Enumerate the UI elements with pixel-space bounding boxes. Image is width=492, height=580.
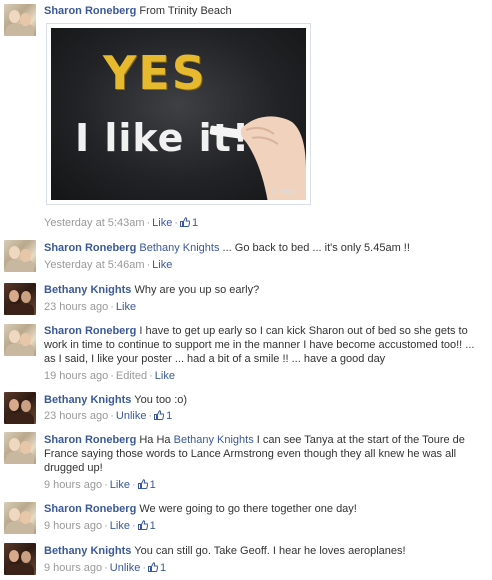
comment-text: From Trinity Beach (139, 5, 232, 17)
timestamp[interactable]: 23 hours ago (44, 301, 108, 313)
unlike-button[interactable]: Unlike (110, 562, 141, 574)
like-count[interactable]: 1 (137, 479, 156, 491)
timestamp[interactable]: 9 hours ago (44, 520, 102, 532)
timestamp[interactable]: 19 hours ago (44, 370, 108, 382)
author-name[interactable]: Sharon Roneberg (44, 5, 136, 17)
thumbs-up-icon (154, 410, 165, 420)
thumbs-up-icon (137, 520, 148, 530)
thumbs-up-icon (137, 479, 148, 489)
timestamp[interactable]: 9 hours ago (44, 562, 102, 574)
like-count[interactable]: 1 (148, 562, 166, 574)
photo-image: YES I like it! © adpic (51, 28, 306, 200)
watermark: © adpic (270, 187, 298, 196)
avatar[interactable] (4, 240, 36, 272)
like-count[interactable]: 1 (137, 520, 156, 532)
photo-text-yes: YES (103, 46, 207, 100)
thumbs-up-icon (148, 562, 159, 572)
comment-text: You can still go. Take Geoff. I hear he … (134, 545, 406, 557)
author-name[interactable]: Sharon Roneberg (44, 434, 136, 446)
like-count[interactable]: 1 (154, 410, 172, 422)
author-name[interactable]: Sharon Roneberg (44, 325, 136, 337)
author-name[interactable]: Sharon Roneberg (44, 242, 136, 254)
author-name[interactable]: Sharon Roneberg (44, 503, 136, 515)
mention-link[interactable]: Bethany Knights (174, 434, 254, 446)
avatar[interactable] (4, 324, 36, 356)
like-button[interactable]: Like (152, 217, 172, 229)
comment-text: Why are you up so early? (134, 284, 260, 296)
author-name[interactable]: Bethany Knights (44, 394, 131, 406)
avatar[interactable] (4, 4, 36, 36)
avatar[interactable] (4, 283, 36, 315)
avatar[interactable] (4, 543, 36, 575)
thumbs-up-icon (180, 217, 191, 227)
edited-label[interactable]: Edited (116, 370, 147, 382)
like-button[interactable]: Like (110, 520, 130, 532)
mention-link[interactable]: Bethany Knights (139, 242, 219, 254)
comment-text-prefix: Ha Ha (139, 434, 174, 446)
avatar[interactable] (4, 502, 36, 534)
timestamp[interactable]: Yesterday at 5:46am (44, 259, 145, 271)
attached-photo[interactable]: YES I like it! © adpic (46, 23, 311, 205)
like-button[interactable]: Like (155, 370, 175, 382)
like-button[interactable]: Like (116, 301, 136, 313)
like-button[interactable]: Like (152, 259, 172, 271)
timestamp[interactable]: Yesterday at 5:43am (44, 217, 145, 229)
like-count[interactable]: 1 (180, 217, 198, 229)
comment-text: You too :o) (134, 394, 188, 406)
author-name[interactable]: Bethany Knights (44, 545, 131, 557)
timestamp[interactable]: 9 hours ago (44, 479, 102, 491)
like-button[interactable]: Like (110, 479, 130, 491)
unlike-button[interactable]: Unlike (116, 410, 147, 422)
avatar[interactable] (4, 392, 36, 424)
comment-text: ... Go back to bed ... it's only 5.45am … (219, 242, 410, 254)
comment-text: We were going to go there together one d… (139, 503, 357, 515)
avatar[interactable] (4, 432, 36, 464)
timestamp[interactable]: 23 hours ago (44, 410, 108, 422)
author-name[interactable]: Bethany Knights (44, 284, 131, 296)
